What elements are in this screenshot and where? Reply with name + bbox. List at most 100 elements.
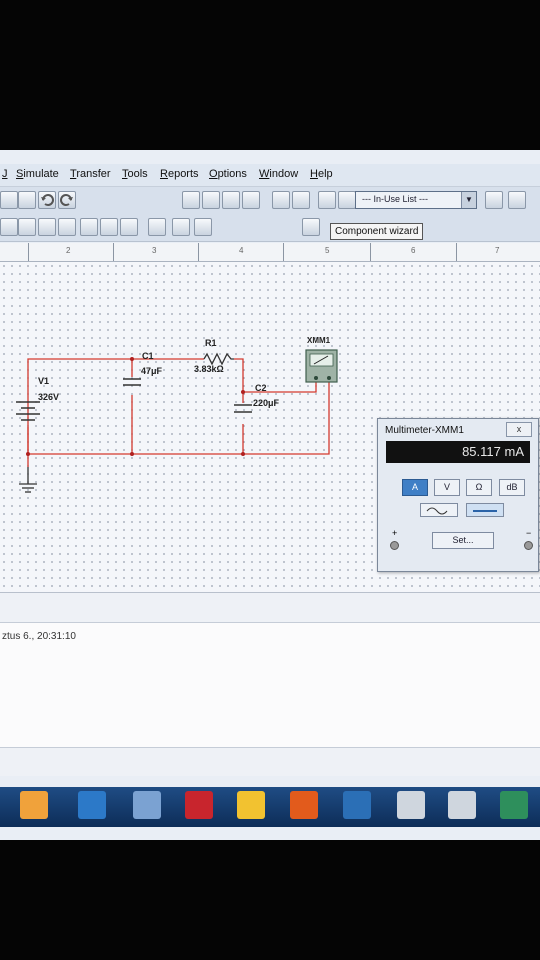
- ruler-number: 7: [495, 246, 500, 255]
- junction-dot: [241, 452, 245, 456]
- dc-line-icon: [473, 510, 497, 512]
- diode-icon[interactable]: [38, 218, 56, 236]
- menu-reports[interactable]: Reports: [160, 168, 199, 180]
- ac-mode-button[interactable]: [420, 503, 458, 517]
- c2-value: 220μF: [253, 398, 280, 408]
- in-use-list-value: --- In-Use List ---: [362, 194, 428, 204]
- schematic-canvas[interactable]: V1 326V C1 47μF R1 3.83kΩ C2 220μF XMM1 …: [0, 262, 540, 592]
- menu-options[interactable]: Options: [209, 168, 247, 180]
- menu-help[interactable]: Help: [310, 168, 333, 180]
- ruler-number: 4: [239, 246, 244, 255]
- ground-symbol[interactable]: [19, 467, 37, 493]
- ruler-number: 2: [66, 246, 71, 255]
- export-icon[interactable]: [508, 191, 526, 209]
- autocad-icon[interactable]: [237, 791, 265, 819]
- ruler-number: 3: [152, 246, 157, 255]
- calculator-icon[interactable]: [397, 791, 425, 819]
- print-icon[interactable]: [0, 191, 18, 209]
- v1-label: V1: [38, 376, 50, 386]
- monitor-icon[interactable]: [500, 791, 528, 819]
- menu-tools[interactable]: Tools: [122, 168, 148, 180]
- multimeter-reading: 85.117 mA: [386, 441, 530, 463]
- computer-icon[interactable]: [133, 791, 161, 819]
- minus-terminal[interactable]: [524, 541, 533, 550]
- close-button[interactable]: x: [506, 422, 532, 437]
- set-button[interactable]: Set...: [432, 532, 494, 549]
- r1-value: 3.83kΩ: [194, 364, 224, 374]
- minus-terminal-label: −: [526, 528, 532, 538]
- multimeter-xmm1-symbol[interactable]: [305, 349, 338, 383]
- multimeter-title: Multimeter-XMM1: [385, 425, 464, 436]
- undo-icon[interactable]: [38, 191, 56, 209]
- xmm1-label: XMM1: [307, 336, 331, 345]
- menu-transfer[interactable]: Transfer: [70, 168, 111, 180]
- chrome-icon[interactable]: [343, 791, 371, 819]
- annotation-icon[interactable]: [338, 191, 356, 209]
- database-icon[interactable]: [222, 191, 240, 209]
- taskbar: [0, 787, 540, 827]
- dc-mode-button[interactable]: [466, 503, 504, 517]
- r1-label: R1: [205, 338, 217, 348]
- volt-button[interactable]: V: [434, 479, 460, 496]
- connector-icon[interactable]: [194, 218, 212, 236]
- simulate-stop-icon[interactable]: [485, 191, 503, 209]
- menu-simulate[interactable]: Simulate: [16, 168, 59, 180]
- spreadsheet-icon[interactable]: [202, 191, 220, 209]
- component-wizard-icon[interactable]: [318, 191, 336, 209]
- tooltip: Component wizard: [330, 223, 424, 240]
- cmos-icon[interactable]: [120, 218, 138, 236]
- toolbar-main: --- In-Use List --- ▼: [0, 187, 540, 214]
- junction-dot: [26, 452, 30, 456]
- junction-dot: [241, 390, 245, 394]
- in-use-list-select[interactable]: --- In-Use List --- ▼: [355, 191, 477, 209]
- junction-dot: [130, 357, 134, 361]
- sine-wave-icon: [426, 507, 448, 515]
- status-area: [0, 747, 540, 776]
- bom-icon[interactable]: [272, 191, 290, 209]
- ampere-button[interactable]: A: [402, 479, 428, 496]
- capacitor-c1-symbol[interactable]: [123, 378, 141, 386]
- cut-icon[interactable]: [18, 191, 36, 209]
- download-icon[interactable]: [185, 791, 213, 819]
- ttl-icon[interactable]: [100, 218, 118, 236]
- multimeter-panel[interactable]: Multimeter-XMM1 x 85.117 mA A V Ω dB + −…: [377, 418, 539, 572]
- misc-icon[interactable]: [148, 218, 166, 236]
- source-icon[interactable]: [0, 218, 18, 236]
- menu-bar: J Simulate Transfer Tools Reports Option…: [0, 164, 540, 187]
- redo-icon[interactable]: [58, 191, 76, 209]
- media-player-icon[interactable]: [20, 791, 48, 819]
- spreadsheet-view: ztus 6., 20:31:10: [0, 622, 540, 748]
- capacitor-c2-symbol[interactable]: [234, 404, 252, 413]
- settings-gear-icon[interactable]: [302, 218, 320, 236]
- analog-icon[interactable]: [80, 218, 98, 236]
- calculator-icon[interactable]: [448, 791, 476, 819]
- toggle-grid-icon[interactable]: [182, 191, 200, 209]
- plus-terminal-label: +: [392, 528, 398, 538]
- bus-icon[interactable]: [172, 218, 190, 236]
- resistor-r1-symbol[interactable]: [203, 352, 234, 366]
- transfer-icon[interactable]: [292, 191, 310, 209]
- basic-icon[interactable]: [18, 218, 36, 236]
- ruler-number: 6: [411, 246, 416, 255]
- ruler-number: 5: [325, 246, 330, 255]
- html5-icon[interactable]: [290, 791, 318, 819]
- decibel-button[interactable]: dB: [499, 479, 525, 496]
- transistor-icon[interactable]: [58, 218, 76, 236]
- multisim-icon[interactable]: [78, 791, 106, 819]
- c1-value: 47μF: [141, 366, 163, 376]
- ruler: 2 3 4 5 6 7: [0, 243, 540, 262]
- c2-label: C2: [255, 383, 267, 393]
- wires[interactable]: [27, 358, 330, 467]
- junction-dot: [130, 452, 134, 456]
- chevron-down-icon[interactable]: ▼: [461, 192, 476, 208]
- plus-terminal[interactable]: [390, 541, 399, 550]
- v1-value: 326V: [38, 392, 60, 402]
- ohm-button[interactable]: Ω: [466, 479, 492, 496]
- log-entry: ztus 6., 20:31:10: [2, 631, 76, 642]
- c1-label: C1: [142, 351, 154, 361]
- menu-fragment[interactable]: J: [2, 168, 8, 180]
- grapher-icon[interactable]: [242, 191, 260, 209]
- application-window: J Simulate Transfer Tools Reports Option…: [0, 150, 540, 840]
- menu-window[interactable]: Window: [259, 168, 298, 180]
- toolbar-components: [0, 213, 540, 242]
